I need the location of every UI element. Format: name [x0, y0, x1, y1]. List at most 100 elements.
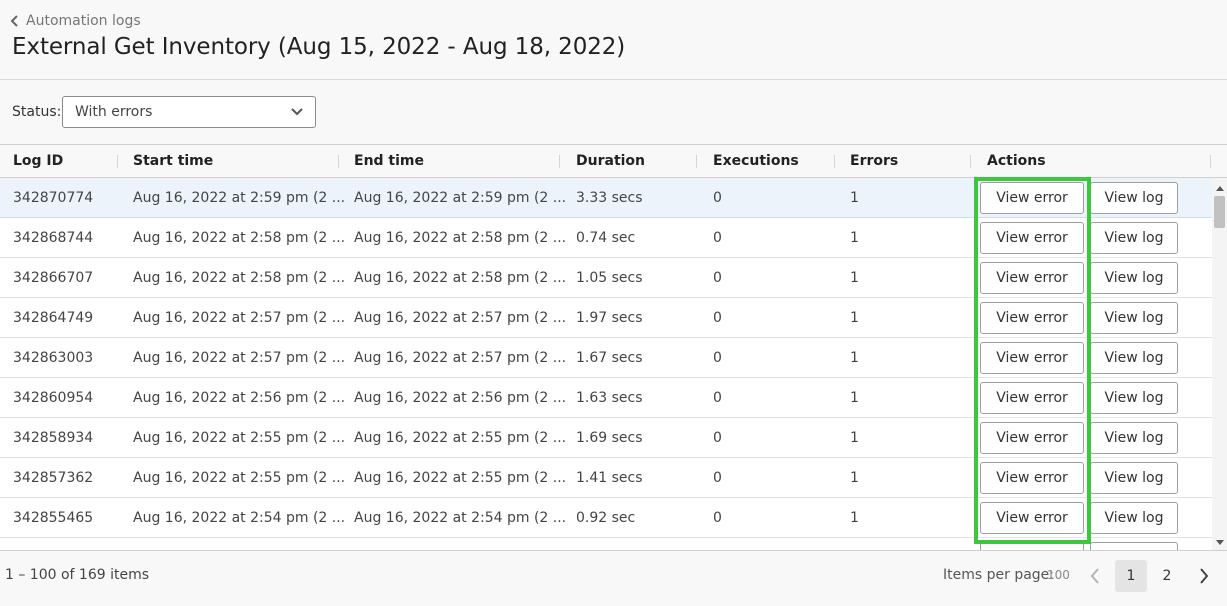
cell-log-id: 342858934	[13, 430, 94, 446]
status-dropdown[interactable]: With errors	[62, 96, 316, 128]
view-error-button[interactable]: View error	[980, 502, 1084, 534]
cell-end-time: Aug 16, 2022 at 2:55 pm (2 ...	[354, 430, 567, 446]
cell-executions: 0	[713, 270, 722, 286]
column-header-errors[interactable]: Errors	[850, 145, 898, 178]
column-divider	[117, 155, 118, 168]
cell-errors: 1	[850, 310, 859, 326]
cell-errors: 1	[850, 190, 859, 206]
view-error-button[interactable]: View error	[980, 182, 1084, 214]
cell-start-time: Aug 16, 2022 at 2:57 pm (2 ...	[133, 350, 346, 366]
view-error-button[interactable]: View error	[980, 302, 1084, 334]
scroll-down-arrow-icon[interactable]	[1216, 540, 1224, 545]
cell-end-time: Aug 16, 2022 at 2:57 pm (2 ...	[354, 310, 567, 326]
filter-bar: Status: With errors	[0, 80, 1227, 145]
cell-start-time: Aug 16, 2022 at 2:57 pm (2 ...	[133, 310, 346, 326]
table-row[interactable]: 342863003 Aug 16, 2022 at 2:57 pm (2 ...…	[0, 338, 1212, 378]
chevron-left-icon	[10, 15, 18, 27]
column-divider	[559, 155, 560, 168]
cell-end-time: Aug 16, 2022 at 2:58 pm (2 ...	[354, 230, 567, 246]
cell-errors: 1	[850, 350, 859, 366]
view-log-button[interactable]	[1090, 542, 1178, 550]
view-log-button[interactable]: View log	[1090, 462, 1178, 494]
table-row[interactable]: 342857362 Aug 16, 2022 at 2:55 pm (2 ...…	[0, 458, 1212, 498]
cell-end-time: Aug 16, 2022 at 2:57 pm (2 ...	[354, 350, 567, 366]
items-per-page-value[interactable]: 100	[1047, 568, 1070, 582]
chevron-left-icon[interactable]	[1086, 564, 1104, 588]
cell-start-time: Aug 16, 2022 at 2:58 pm (2 ...	[133, 230, 346, 246]
table-row[interactable]: 342860954 Aug 16, 2022 at 2:56 pm (2 ...…	[0, 378, 1212, 418]
vertical-scrollbar[interactable]	[1212, 178, 1227, 550]
cell-start-time: Aug 16, 2022 at 2:56 pm (2 ...	[133, 390, 346, 406]
view-log-button[interactable]: View log	[1090, 502, 1178, 534]
cell-executions: 0	[713, 390, 722, 406]
back-link-label[interactable]: Automation logs	[26, 13, 141, 29]
cell-errors: 1	[850, 270, 859, 286]
table-row[interactable]: 342870774 Aug 16, 2022 at 2:59 pm (2 ...…	[0, 178, 1212, 218]
cell-duration: 1.05 secs	[576, 270, 643, 286]
cell-start-time: Aug 16, 2022 at 2:55 pm (2 ...	[133, 430, 346, 446]
page-button-1[interactable]: 1	[1115, 560, 1147, 592]
column-header-end-time[interactable]: End time	[354, 145, 424, 178]
table-row[interactable]: 342866707 Aug 16, 2022 at 2:58 pm (2 ...…	[0, 258, 1212, 298]
cell-end-time: Aug 16, 2022 at 2:58 pm (2 ...	[354, 270, 567, 286]
table-row[interactable]: 342858934 Aug 16, 2022 at 2:55 pm (2 ...…	[0, 418, 1212, 458]
view-log-button[interactable]: View log	[1090, 182, 1178, 214]
cell-end-time: Aug 16, 2022 at 2:59 pm (2 ...	[354, 190, 567, 206]
cell-duration: 1.69 secs	[576, 430, 643, 446]
view-error-button[interactable]: View error	[980, 342, 1084, 374]
chevron-right-icon[interactable]	[1195, 564, 1213, 588]
cell-duration: 1.63 secs	[576, 390, 643, 406]
cell-duration: 1.97 secs	[576, 310, 643, 326]
view-log-button[interactable]: View log	[1090, 302, 1178, 334]
logs-table: Log ID Start time End time Duration Exec…	[0, 145, 1227, 551]
column-header-executions[interactable]: Executions	[713, 145, 799, 178]
items-per-page-label: Items per page:	[943, 567, 1055, 583]
cell-errors: 1	[850, 510, 859, 526]
page-header: Automation logs External Get Inventory (…	[0, 0, 1227, 80]
cell-log-id: 342857362	[13, 470, 94, 486]
cell-end-time: Aug 16, 2022 at 2:54 pm (2 ...	[354, 510, 567, 526]
cell-executions: 0	[713, 510, 722, 526]
view-log-button[interactable]: View log	[1090, 222, 1178, 254]
scrollbar-thumb[interactable]	[1214, 196, 1225, 228]
table-row[interactable]: 342864749 Aug 16, 2022 at 2:57 pm (2 ...…	[0, 298, 1212, 338]
page-button-2[interactable]: 2	[1151, 560, 1183, 592]
view-error-button[interactable]	[980, 542, 1084, 550]
view-log-button[interactable]: View log	[1090, 422, 1178, 454]
column-header-log-id[interactable]: Log ID	[13, 145, 63, 178]
cell-executions: 0	[713, 350, 722, 366]
view-error-button[interactable]: View error	[980, 262, 1084, 294]
view-error-button[interactable]: View error	[980, 462, 1084, 494]
page-title: External Get Inventory (Aug 15, 2022 - A…	[12, 34, 626, 60]
cell-start-time: Aug 16, 2022 at 2:55 pm (2 ...	[133, 470, 346, 486]
cell-executions: 0	[713, 470, 722, 486]
chevron-down-icon	[291, 108, 303, 116]
table-footer: 1 – 100 of 169 items Items per page: 100…	[0, 552, 1227, 606]
cell-start-time: Aug 16, 2022 at 2:59 pm (2 ...	[133, 190, 346, 206]
table-row[interactable]	[0, 538, 1212, 550]
view-error-button[interactable]: View error	[980, 382, 1084, 414]
back-link[interactable]: Automation logs	[10, 13, 141, 29]
cell-errors: 1	[850, 230, 859, 246]
view-log-button[interactable]: View log	[1090, 342, 1178, 374]
view-error-button[interactable]: View error	[980, 422, 1084, 454]
table-row[interactable]: 342855465 Aug 16, 2022 at 2:54 pm (2 ...…	[0, 498, 1212, 538]
cell-executions: 0	[713, 230, 722, 246]
cell-log-id: 342864749	[13, 310, 94, 326]
cell-log-id: 342866707	[13, 270, 94, 286]
cell-end-time: Aug 16, 2022 at 2:56 pm (2 ...	[354, 390, 567, 406]
view-log-button[interactable]: View log	[1090, 382, 1178, 414]
cell-log-id: 342868744	[13, 230, 94, 246]
view-error-button[interactable]: View error	[980, 222, 1084, 254]
table-row[interactable]: 342868744 Aug 16, 2022 at 2:58 pm (2 ...…	[0, 218, 1212, 258]
view-log-button[interactable]: View log	[1090, 262, 1178, 294]
column-header-duration[interactable]: Duration	[576, 145, 645, 178]
cell-log-id: 342863003	[13, 350, 94, 366]
column-header-start-time[interactable]: Start time	[133, 145, 213, 178]
status-dropdown-value: With errors	[75, 104, 153, 120]
scroll-up-arrow-icon[interactable]	[1216, 186, 1224, 191]
column-divider	[970, 155, 971, 168]
cell-errors: 1	[850, 390, 859, 406]
column-divider	[338, 155, 339, 168]
cell-log-id: 342855465	[13, 510, 94, 526]
